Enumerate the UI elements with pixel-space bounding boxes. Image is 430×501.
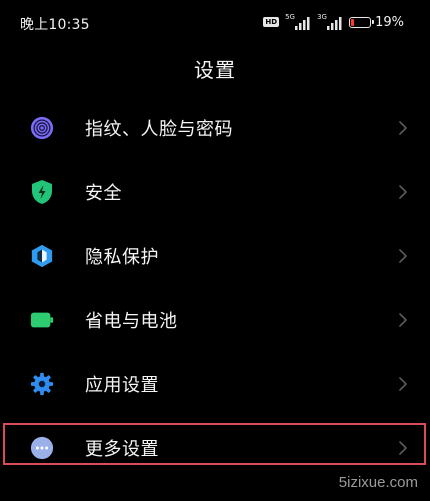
chevron-right-icon (399, 249, 407, 263)
settings-item-label: 应用设置 (85, 375, 159, 396)
chevron-right-icon (399, 377, 407, 391)
battery-percent: 19% (375, 14, 404, 30)
watermark-text: 5izixue.com (338, 474, 418, 491)
hd-badge: HD (263, 17, 280, 27)
chevron-right-icon (399, 121, 407, 135)
battery-icon (30, 308, 54, 332)
chevron-right-icon (399, 185, 407, 199)
settings-item-more-settings[interactable]: 更多设置 (0, 416, 430, 480)
battery-fill (351, 18, 355, 26)
network-type-label: 5G (285, 13, 295, 21)
page-title: 设置 (194, 58, 236, 82)
settings-item-label: 安全 (85, 183, 122, 204)
more-icon (30, 436, 54, 460)
settings-item-label: 省电与电池 (85, 311, 178, 332)
battery-level-icon (349, 16, 375, 28)
settings-item-label: 更多设置 (85, 439, 159, 460)
status-time: 晚上10:35 (20, 17, 90, 33)
settings-item-label: 隐私保护 (85, 247, 159, 268)
chevron-right-icon (399, 441, 407, 455)
signal-5g-icon: 5G (285, 13, 311, 30)
fingerprint-icon (30, 116, 54, 140)
settings-item-power-battery[interactable]: 省电与电池 (0, 288, 430, 352)
gear-icon (30, 372, 54, 396)
status-icons: HD 5G 3G 19% (263, 13, 404, 30)
settings-item-label: 指纹、人脸与密码 (85, 119, 233, 140)
battery-status: 19% (349, 15, 404, 30)
chevron-right-icon (399, 313, 407, 327)
settings-item-fingerprint-face-password[interactable]: 指纹、人脸与密码 (0, 96, 430, 160)
status-bar: 晚上10:35 HD 5G 3G 19% (0, 0, 430, 44)
settings-item-privacy[interactable]: 隐私保护 (0, 224, 430, 288)
settings-item-security[interactable]: 安全 (0, 160, 430, 224)
settings-item-app-settings[interactable]: 应用设置 (0, 352, 430, 416)
network-type-label: 3G (317, 13, 327, 21)
settings-list: 指纹、人脸与密码 安全 隐私保护 省电与电池 应用设置 更多设置 (0, 96, 430, 480)
shield-icon (30, 180, 54, 204)
privacy-icon (30, 244, 54, 268)
signal-3g-icon: 3G (317, 13, 343, 30)
